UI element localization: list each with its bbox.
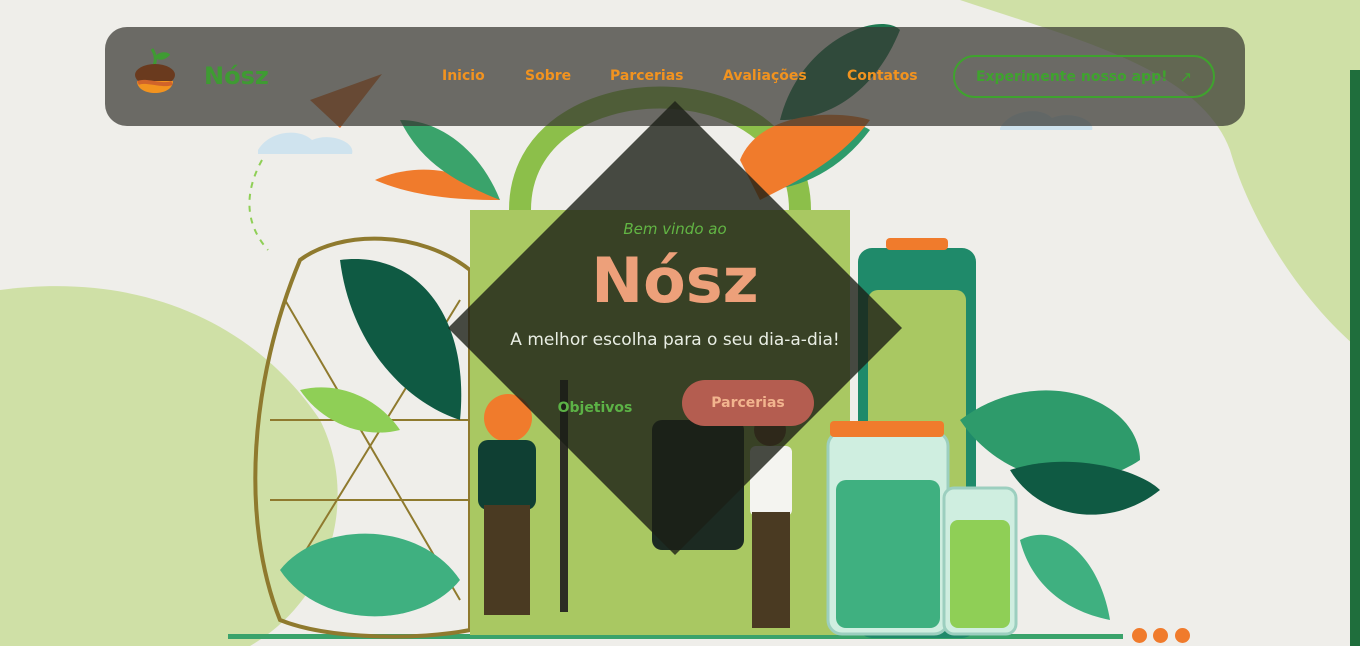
hero-subtitle: Bem vindo ao bbox=[623, 220, 727, 238]
carousel-dot[interactable] bbox=[1175, 628, 1190, 643]
carousel-dot[interactable] bbox=[1132, 628, 1147, 643]
hero-title: Nósz bbox=[591, 244, 759, 317]
acorn-icon[interactable] bbox=[132, 45, 178, 107]
try-app-label: Experimente nosso app! bbox=[975, 68, 1168, 85]
hero-tagline: A melhor escolha para o seu dia-a-dia! bbox=[510, 330, 840, 350]
carousel-dot[interactable] bbox=[1153, 628, 1168, 643]
nav-link-avaliacoes[interactable]: Avaliações bbox=[723, 66, 807, 86]
arrow-up-right-icon: ↗ bbox=[1179, 67, 1193, 86]
nav-link-sobre[interactable]: Sobre bbox=[525, 66, 571, 86]
brand-name[interactable]: Nósz bbox=[204, 60, 269, 92]
nav-link-inicio[interactable]: Inicio bbox=[442, 66, 485, 86]
parcerias-button[interactable]: Parcerias bbox=[682, 380, 814, 426]
nav-link-parcerias[interactable]: Parcerias bbox=[610, 66, 684, 86]
objetivos-button[interactable]: Objetivos bbox=[542, 396, 648, 420]
nav-link-contatos[interactable]: Contatos bbox=[847, 66, 918, 86]
try-app-button[interactable]: Experimente nosso app! ↗ bbox=[953, 55, 1215, 98]
